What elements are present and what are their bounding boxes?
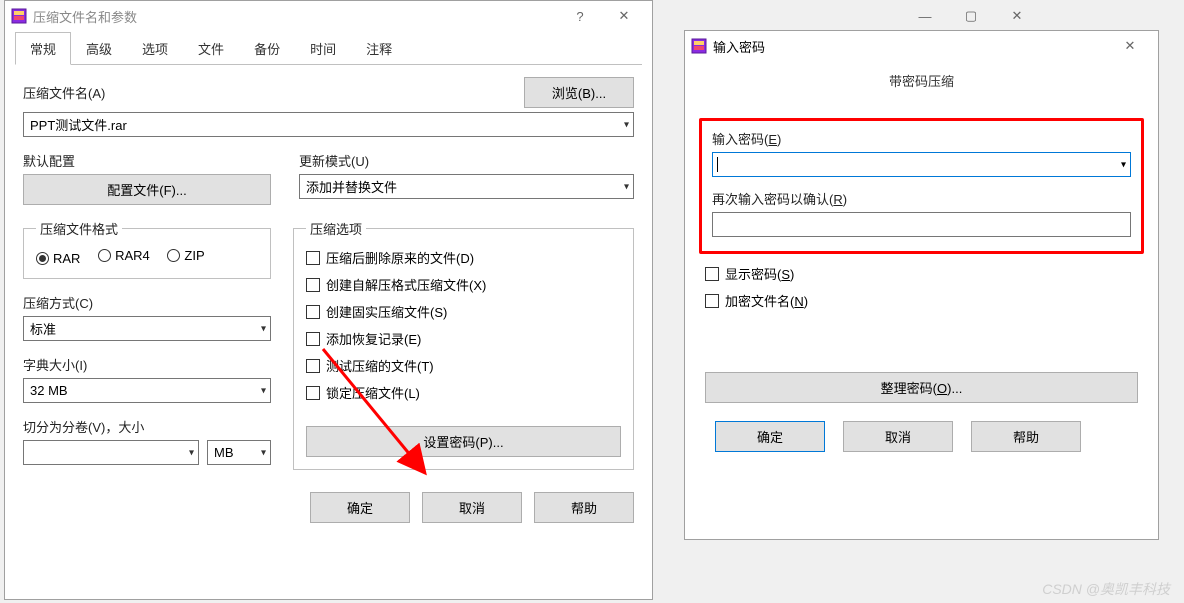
update-mode-value: 添加并替换文件 (306, 177, 397, 196)
dlg1-titlebar[interactable]: 压缩文件名和参数 ? ✕ (5, 1, 652, 31)
chevron-down-icon: ▾ (261, 323, 266, 334)
password-dialog: 输入密码 ✕ 带密码压缩 输入密码(E) ▾ 再次输入密码以确认(R) 显示密码… (684, 30, 1159, 540)
text-caret (717, 157, 718, 172)
dlg1-ok-button[interactable]: 确定 (310, 492, 410, 523)
chevron-down-icon: ▾ (1121, 159, 1126, 170)
profiles-button[interactable]: 配置文件(F)... (23, 174, 271, 205)
winrar-icon (691, 38, 707, 54)
archive-name-input[interactable]: PPT测试文件.rar ▾ (23, 112, 634, 137)
set-password-button[interactable]: 设置密码(P)... (306, 426, 621, 457)
default-profile-label: 默认配置 (23, 151, 271, 170)
bg-close-button[interactable]: ✕ (994, 2, 1040, 30)
dlg2-footer: 确定 取消 帮助 (685, 403, 1158, 472)
tab-time[interactable]: 时间 (295, 32, 351, 65)
winrar-icon (11, 8, 27, 24)
tab-backup[interactable]: 备份 (239, 32, 295, 65)
reenter-password-input[interactable] (712, 212, 1131, 237)
dlg1-help-button[interactable]: 帮助 (534, 492, 634, 523)
dlg2-cancel-button[interactable]: 取消 (843, 421, 953, 452)
method-combo[interactable]: 标准▾ (23, 316, 271, 341)
chevron-down-icon: ▾ (624, 181, 629, 192)
archive-params-dialog: 压缩文件名和参数 ? ✕ 常规 高级 选项 文件 备份 时间 注释 压缩文件名(… (4, 0, 653, 600)
watermark-text: CSDN @奥凯丰科技 (1042, 579, 1170, 599)
dict-label: 字典大小(I) (23, 355, 271, 374)
opt-lock[interactable]: 锁定压缩文件(L) (306, 383, 621, 402)
options-group: 压缩选项 压缩后删除原来的文件(D) 创建自解压格式压缩文件(X) 创建固实压缩… (293, 219, 634, 470)
tab-options[interactable]: 选项 (127, 32, 183, 65)
radio-icon (98, 249, 111, 262)
background-window-controls: — ▢ ✕ (740, 2, 1040, 32)
chevron-down-icon: ▾ (261, 447, 266, 458)
bg-minimize-button[interactable]: — (902, 2, 948, 30)
dlg1-close-button[interactable]: ✕ (602, 2, 646, 30)
radio-icon (36, 252, 49, 265)
annotation-highlight-box: 输入密码(E) ▾ 再次输入密码以确认(R) (699, 118, 1144, 254)
checkbox-icon (306, 386, 320, 400)
split-label: 切分为分卷(V)，大小 (23, 417, 271, 436)
format-rar-radio[interactable]: RAR (36, 251, 80, 266)
tab-advanced[interactable]: 高级 (71, 32, 127, 65)
update-mode-label: 更新模式(U) (299, 151, 634, 170)
archive-name-label: 压缩文件名(A) (23, 83, 105, 102)
dlg2-title: 输入密码 (713, 37, 1108, 56)
checkbox-icon (306, 278, 320, 292)
checkbox-icon (306, 359, 320, 373)
dlg2-titlebar[interactable]: 输入密码 ✕ (685, 31, 1158, 61)
dlg1-footer: 确定 取消 帮助 (5, 478, 652, 537)
checkbox-icon (705, 294, 719, 308)
archive-name-value: PPT测试文件.rar (30, 115, 127, 134)
opt-delete-after[interactable]: 压缩后删除原来的文件(D) (306, 248, 621, 267)
show-password-checkbox[interactable]: 显示密码(S) (705, 264, 1138, 283)
split-size-combo[interactable]: ▾ (23, 440, 199, 465)
checkbox-icon (306, 251, 320, 265)
encrypt-names-checkbox[interactable]: 加密文件名(N) (705, 291, 1138, 310)
format-zip-radio[interactable]: ZIP (167, 248, 204, 263)
method-label: 压缩方式(C) (23, 293, 271, 312)
dlg2-ok-button[interactable]: 确定 (715, 421, 825, 452)
checkbox-icon (306, 332, 320, 346)
opt-recovery[interactable]: 添加恢复记录(E) (306, 329, 621, 348)
organize-passwords-button[interactable]: 整理密码(O)... (705, 372, 1138, 403)
dlg2-close-button[interactable]: ✕ (1108, 32, 1152, 60)
dlg1-cancel-button[interactable]: 取消 (422, 492, 522, 523)
bg-maximize-button[interactable]: ▢ (948, 2, 994, 30)
format-group-legend: 压缩文件格式 (36, 219, 122, 238)
radio-icon (167, 249, 180, 262)
dlg2-help-button[interactable]: 帮助 (971, 421, 1081, 452)
tab-general[interactable]: 常规 (15, 32, 71, 65)
checkbox-icon (705, 267, 719, 281)
enter-password-label: 输入密码(E) (712, 129, 1131, 148)
update-mode-combo[interactable]: 添加并替换文件 ▾ (299, 174, 634, 199)
chevron-down-icon: ▾ (189, 447, 194, 458)
split-unit-combo[interactable]: MB▾ (207, 440, 271, 465)
dlg1-title: 压缩文件名和参数 (33, 7, 558, 26)
dlg1-help-button[interactable]: ? (558, 2, 602, 30)
opt-sfx[interactable]: 创建自解压格式压缩文件(X) (306, 275, 621, 294)
reenter-password-label: 再次输入密码以确认(R) (712, 189, 1131, 208)
tab-comment[interactable]: 注释 (351, 32, 407, 65)
dlg2-subtitle: 带密码压缩 (685, 61, 1158, 118)
format-group: 压缩文件格式 RAR RAR4 ZIP (23, 219, 271, 279)
chevron-down-icon: ▾ (624, 119, 629, 130)
opt-test[interactable]: 测试压缩的文件(T) (306, 356, 621, 375)
options-group-legend: 压缩选项 (306, 219, 366, 238)
dlg1-tabstrip: 常规 高级 选项 文件 备份 时间 注释 (15, 31, 642, 65)
browse-button[interactable]: 浏览(B)... (524, 77, 634, 108)
enter-password-input[interactable]: ▾ (712, 152, 1131, 177)
chevron-down-icon: ▾ (261, 385, 266, 396)
checkbox-icon (306, 305, 320, 319)
opt-solid[interactable]: 创建固实压缩文件(S) (306, 302, 621, 321)
format-rar4-radio[interactable]: RAR4 (98, 248, 150, 263)
tab-files[interactable]: 文件 (183, 32, 239, 65)
dict-combo[interactable]: 32 MB▾ (23, 378, 271, 403)
